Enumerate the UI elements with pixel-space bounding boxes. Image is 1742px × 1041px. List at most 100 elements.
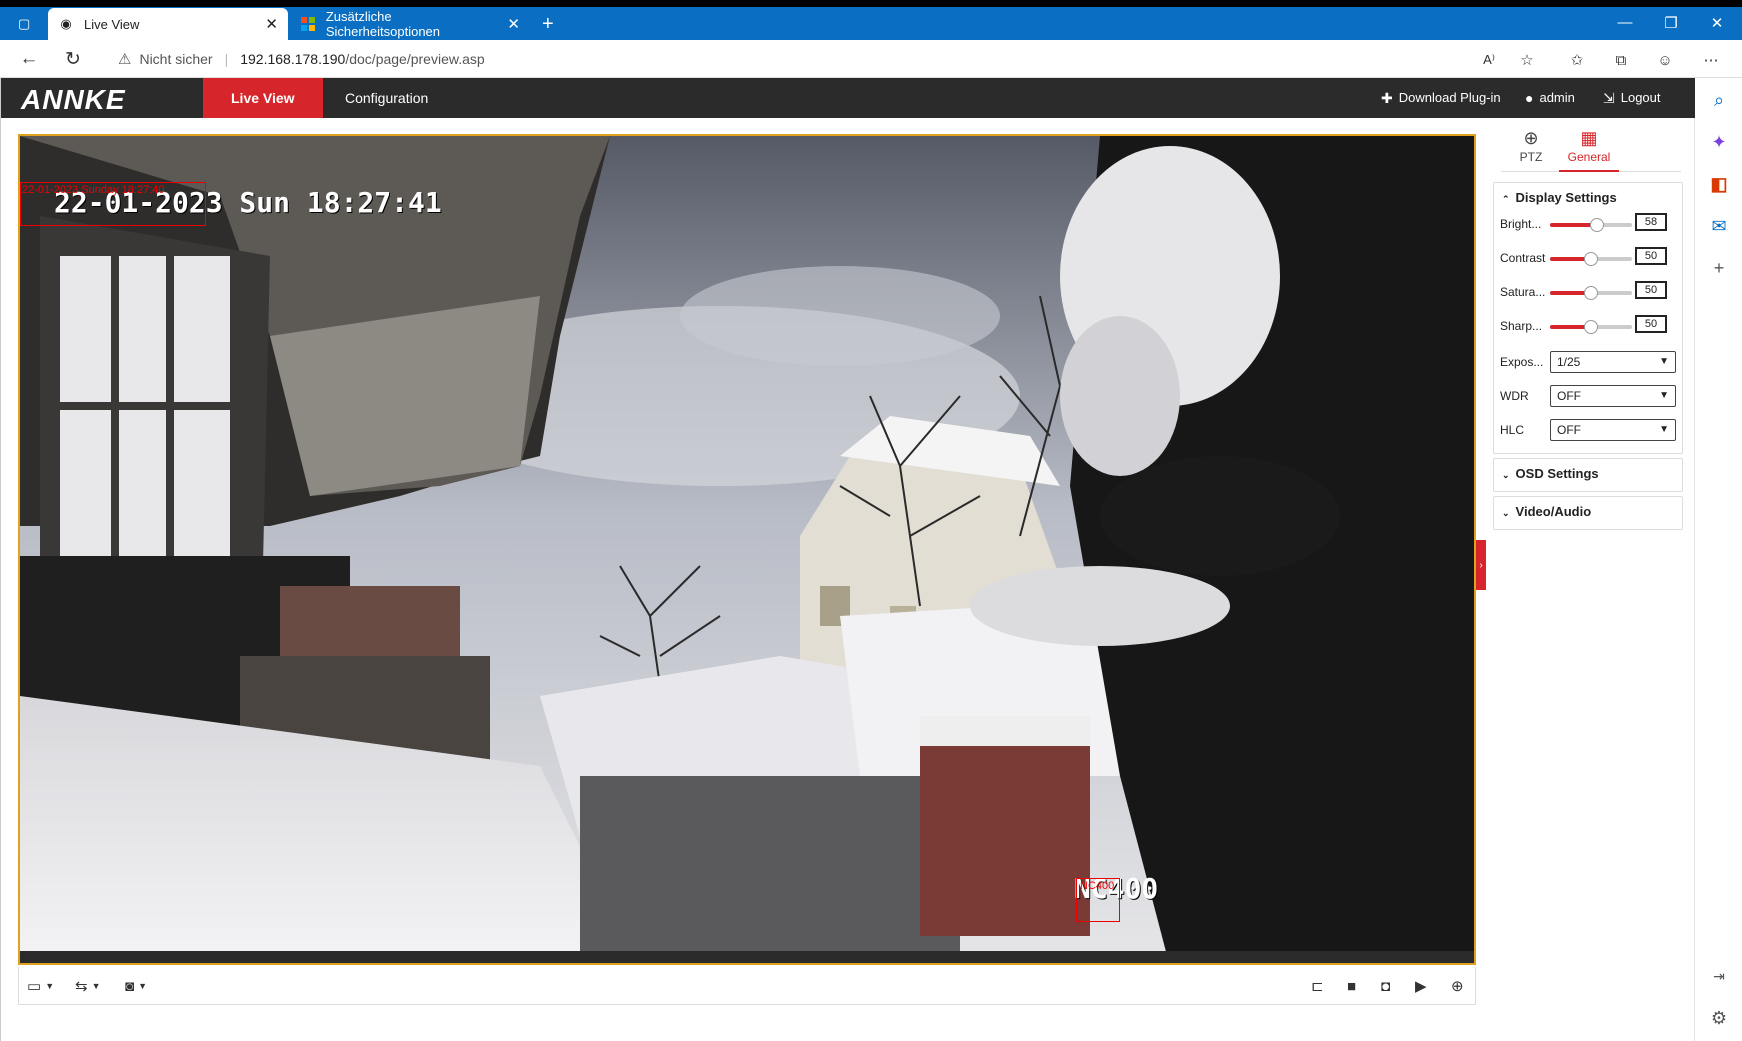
digital-zoom-button[interactable]: ⊕ (1451, 975, 1464, 997)
url-separator: | (224, 51, 229, 67)
brightness-slider[interactable] (1550, 218, 1632, 232)
display-settings-header[interactable]: ⌃ Display Settings (1494, 183, 1682, 213)
close-window-icon[interactable]: ✕ (1702, 14, 1732, 32)
more-menu-icon[interactable]: ⋯ (1700, 49, 1722, 71)
sharpness-slider[interactable] (1550, 320, 1632, 334)
url-path: /doc/page/preview.asp (345, 51, 485, 67)
user-icon: ● (1525, 90, 1534, 106)
saturation-slider[interactable] (1550, 286, 1632, 300)
dropdown-caret-icon: ▼ (45, 981, 55, 991)
url-field[interactable]: ⚠ Nicht sicher | 192.168.178.190 /doc/pa… (104, 44, 1544, 74)
video-record-icon: ▶ (1415, 978, 1427, 995)
tab-title: Zusätzliche Sicherheitsoptionen (325, 9, 441, 39)
video-audio-header[interactable]: ⌄ Video/Audio (1494, 497, 1682, 527)
logout-link[interactable]: ⇲ Logout (1603, 78, 1661, 118)
download-plugin-label: Download Plug-in (1398, 90, 1501, 105)
plugin-mode-button[interactable]: ◙ ▼ (125, 975, 147, 997)
tab-ptz[interactable]: ⊕ PTZ (1501, 124, 1561, 172)
live-video-view[interactable]: 22-01-2023 Sun 18:27:41 22-01-2023 Sunda… (18, 134, 1476, 965)
sharpness-value-input[interactable]: 50 (1635, 315, 1667, 333)
video-audio-panel[interactable]: ⌄ Video/Audio (1493, 496, 1683, 530)
nav-live-view[interactable]: Live View (203, 78, 323, 118)
crop-button[interactable]: ⊏ (1311, 975, 1324, 997)
slider-knob[interactable] (1584, 286, 1598, 300)
collections-icon[interactable]: ⧉ (1610, 49, 1632, 71)
hlc-label: HLC (1500, 423, 1525, 437)
download-plugin-link[interactable]: ✚ Download Plug-in (1381, 78, 1501, 118)
exposure-select[interactable]: 1/25 ▼ (1550, 351, 1676, 373)
saturation-value-input[interactable]: 50 (1635, 281, 1667, 299)
hide-sidebar-icon[interactable]: ⇥ (1707, 964, 1731, 988)
browser-tab-security[interactable]: Zusätzliche Sicherheitsoptionen ✕ (290, 8, 530, 40)
wdr-value: OFF (1557, 389, 1581, 403)
camera-icon: ◘ (1381, 977, 1391, 995)
close-tab-icon[interactable]: ✕ (507, 15, 520, 33)
user-name: admin (1539, 90, 1575, 105)
plugin-icon: ◙ (125, 977, 135, 995)
record-button[interactable]: ▶ (1415, 975, 1427, 997)
camera-favicon-icon: ◉ (60, 16, 72, 31)
wdr-select[interactable]: OFF ▼ (1550, 385, 1676, 407)
dropdown-caret-icon: ▼ (138, 981, 147, 991)
snapshot-button[interactable]: ◘ (1381, 975, 1390, 997)
side-tabs: ⊕ PTZ ▦ General (1501, 124, 1681, 172)
add-sidebar-app-icon[interactable]: + (1707, 256, 1731, 280)
copilot-icon[interactable]: ✦ (1707, 130, 1731, 154)
brightness-label: Bright... (1500, 217, 1542, 231)
chevron-up-icon: ⌃ (1502, 194, 1510, 204)
window-layout-button[interactable]: ▭ ▼ (27, 975, 54, 997)
osd-settings-header[interactable]: ⌄ OSD Settings (1494, 459, 1682, 489)
contrast-value-input[interactable]: 50 (1635, 247, 1667, 265)
add-favorite-icon[interactable]: ☆ (1516, 49, 1538, 71)
dropdown-caret-icon: ▼ (91, 981, 101, 991)
favorites-icon[interactable]: ✩ (1566, 49, 1588, 71)
crop-icon: ⊏ (1311, 978, 1324, 995)
logout-label: Logout (1620, 90, 1661, 105)
nav-configuration[interactable]: Configuration (317, 78, 456, 118)
hlc-select[interactable]: OFF ▼ (1550, 419, 1676, 441)
browser-tab-strip: ▢ ◉ Live View ✕ Zusätzliche Sicherheitso… (0, 0, 1742, 40)
stream-icon: ⇆ (75, 978, 88, 995)
close-tab-icon[interactable]: ✕ (265, 15, 278, 33)
url-host: 192.168.178.190 (240, 51, 346, 67)
exposure-label: Expos... (1500, 355, 1544, 369)
osd-settings-panel[interactable]: ⌄ OSD Settings (1493, 458, 1683, 492)
brightness-row: Bright... 58 (1500, 213, 1678, 235)
stop-live-button[interactable]: ■ (1347, 975, 1356, 997)
logout-icon: ⇲ (1603, 90, 1615, 106)
contrast-slider[interactable] (1550, 252, 1632, 266)
outlook-icon[interactable]: ✉ (1707, 214, 1731, 238)
office-icon[interactable]: ◧ (1707, 172, 1731, 196)
collapse-panel-handle[interactable]: › (1476, 540, 1486, 590)
brightness-value-input[interactable]: 58 (1635, 213, 1667, 231)
saturation-label: Satura... (1500, 285, 1546, 299)
browser-tab-live-view[interactable]: ◉ Live View ✕ (48, 8, 288, 40)
settings-gear-icon[interactable]: ⚙ (1707, 1006, 1731, 1030)
osd-camera-name-red-overlay: NC400 (1080, 880, 1115, 892)
edge-sidebar: ⌕ ✦ ◧ ✉ + ⇥ ⚙ (1694, 78, 1742, 1041)
hlc-value: OFF (1557, 423, 1581, 437)
slider-knob[interactable] (1584, 320, 1598, 334)
tab-general[interactable]: ▦ General (1559, 124, 1619, 172)
back-icon[interactable]: ← (14, 44, 44, 74)
wdr-label: WDR (1500, 389, 1529, 403)
chevron-down-icon: ▼ (1659, 356, 1669, 367)
minimize-icon[interactable]: — (1610, 14, 1640, 31)
read-aloud-icon[interactable]: A⁾ (1478, 49, 1500, 71)
profile-icon[interactable]: ☺ (1654, 49, 1676, 71)
tab-actions-icon[interactable]: ▢ (8, 8, 38, 40)
new-tab-button[interactable]: + (532, 8, 562, 40)
search-icon[interactable]: ⌕ (1707, 88, 1731, 112)
camera-snow-scene-image (20, 136, 1474, 963)
slider-knob[interactable] (1584, 252, 1598, 266)
video-audio-title: Video/Audio (1515, 504, 1592, 519)
slider-knob[interactable] (1590, 218, 1604, 232)
zoom-in-icon: ⊕ (1451, 978, 1464, 995)
display-settings-title: Display Settings (1515, 190, 1617, 205)
reload-icon[interactable]: ↻ (58, 44, 88, 74)
stream-type-button[interactable]: ⇆ ▼ (75, 975, 101, 997)
restore-icon[interactable]: ❐ (1656, 14, 1686, 32)
user-menu[interactable]: ● admin (1525, 78, 1575, 118)
sharpness-label: Sharp... (1500, 319, 1543, 333)
ptz-icon: ⊕ (1523, 128, 1539, 148)
